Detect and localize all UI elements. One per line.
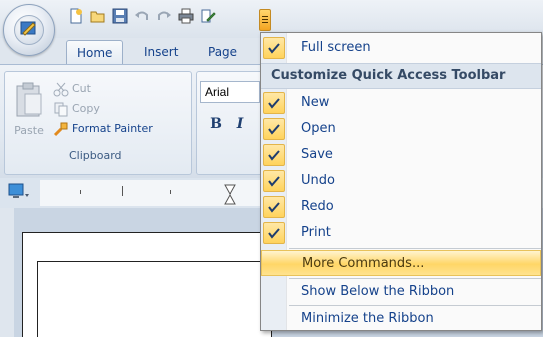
italic-button[interactable]: I (230, 113, 250, 135)
format-painter-icon (53, 121, 69, 137)
copy-icon (53, 101, 69, 117)
menu-item-label: Undo (301, 173, 335, 188)
page-margin-guide (37, 261, 273, 337)
view-toggle-button[interactable] (8, 182, 29, 202)
customize-qat-dropdown[interactable] (259, 9, 271, 31)
menu-item-full-screen[interactable]: Full screen (261, 35, 541, 61)
qat-new-button[interactable] (66, 6, 86, 26)
clipboard-group: Paste Cut Copy Format Painter Clipboard (4, 71, 192, 175)
application-button[interactable] (3, 4, 55, 56)
undo-icon (135, 11, 148, 20)
qat-edit-button[interactable] (198, 6, 218, 26)
cut-button[interactable]: Cut (53, 80, 91, 98)
menu-item-label: Full screen (301, 40, 371, 55)
menu-item-redo[interactable]: Redo (261, 194, 541, 220)
qat-redo-button[interactable] (154, 6, 174, 26)
qat-undo-button[interactable] (132, 6, 152, 26)
menu-item-label: Open (301, 121, 336, 136)
paste-icon (16, 82, 42, 117)
bold-button[interactable]: B (206, 113, 226, 135)
check-icon (263, 92, 285, 114)
edit-document-icon (201, 9, 216, 23)
pen-icon (20, 21, 36, 36)
menu-item-save[interactable]: Save (261, 142, 541, 168)
check-icon (263, 170, 285, 192)
tab-insert[interactable]: Insert (134, 40, 188, 64)
format-painter-button[interactable]: Format Painter (53, 120, 153, 138)
horizontal-ruler[interactable] (40, 180, 270, 206)
menu-header-label: Customize Quick Access Toolbar (271, 68, 506, 83)
paste-label: Paste (14, 124, 44, 137)
menu-item-more-commands[interactable]: More Commands... (261, 250, 541, 276)
save-icon (112, 8, 128, 24)
quick-access-toolbar (66, 6, 218, 28)
qat-print-button[interactable] (176, 6, 196, 26)
indent-marker-icon[interactable] (224, 184, 236, 206)
cut-label: Cut (72, 82, 91, 95)
qat-open-button[interactable] (88, 6, 108, 26)
monitor-icon (8, 183, 29, 198)
copy-button[interactable]: Copy (53, 100, 100, 118)
menu-item-label: New (301, 95, 330, 110)
check-icon (263, 196, 285, 218)
menu-item-label: Show Below the Ribbon (301, 284, 455, 299)
menu-item-label: Redo (301, 199, 334, 214)
tab-home[interactable]: Home (66, 40, 124, 64)
scissors-icon (53, 81, 69, 97)
print-icon (178, 8, 194, 24)
menu-item-label: Minimize the Ribbon (301, 311, 434, 326)
redo-icon (158, 11, 171, 20)
menu-item-open[interactable]: Open (261, 116, 541, 142)
customize-qat-menu: Full screen Customize Quick Access Toolb… (260, 32, 542, 331)
format-painter-label: Format Painter (72, 122, 153, 135)
font-name-field[interactable]: Arial (200, 81, 260, 103)
menu-item-new[interactable]: New (261, 90, 541, 116)
check-icon (263, 222, 285, 244)
menu-item-print[interactable]: Print (261, 220, 541, 246)
copy-label: Copy (72, 102, 100, 115)
menu-separator (289, 248, 541, 249)
tab-page-layout[interactable]: Page I (198, 40, 247, 83)
menu-item-undo[interactable]: Undo (261, 168, 541, 194)
paste-button[interactable]: Paste (9, 80, 49, 140)
qat-save-button[interactable] (110, 6, 130, 26)
menu-item-label: Print (301, 225, 331, 240)
check-icon (263, 37, 285, 59)
document-page[interactable] (22, 232, 273, 337)
menu-item-label: Save (301, 147, 333, 162)
new-document-icon (70, 8, 82, 24)
menu-item-label: More Commands... (302, 256, 425, 271)
menu-item-show-below-ribbon[interactable]: Show Below the Ribbon (261, 279, 541, 305)
menu-item-minimize-ribbon[interactable]: Minimize the Ribbon (261, 306, 541, 332)
open-folder-icon (90, 11, 105, 23)
menu-header: Customize Quick Access Toolbar (261, 63, 541, 89)
vertical-ruler (0, 208, 14, 337)
check-icon (263, 144, 285, 166)
check-icon (263, 118, 285, 140)
clipboard-group-label: Clipboard (69, 149, 122, 162)
